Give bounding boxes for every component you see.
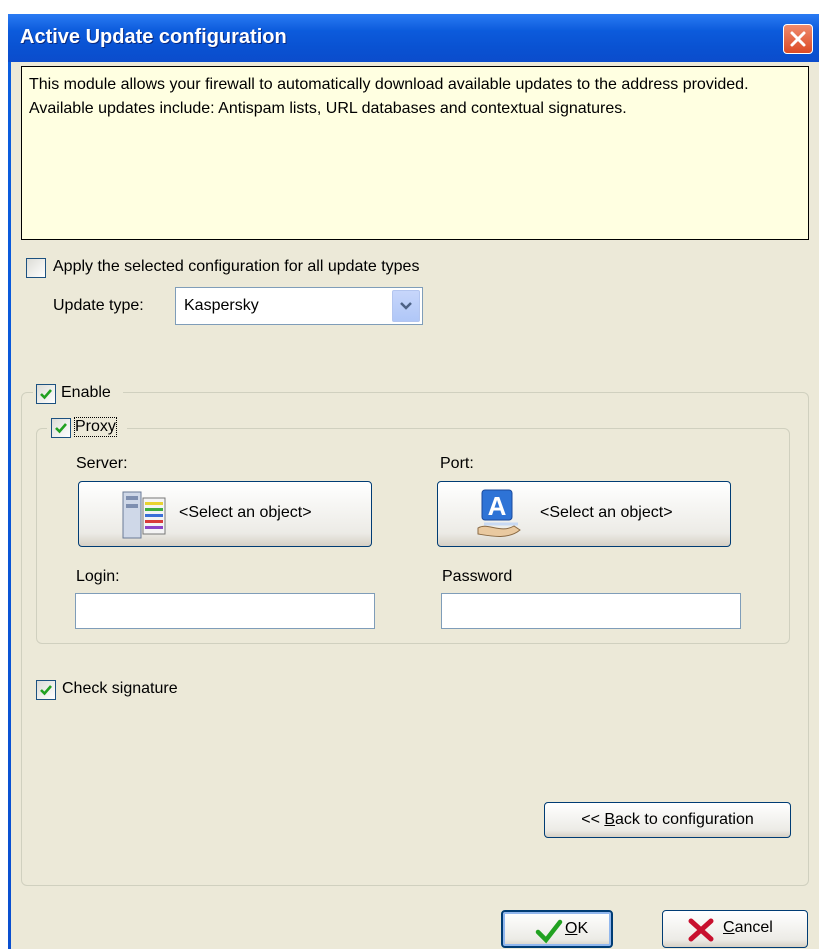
cancel-accel: C — [723, 919, 735, 936]
cancel-button-label: Cancel — [723, 919, 773, 937]
password-label: Password — [442, 568, 513, 585]
server-select-button[interactable]: <Select an object> — [78, 481, 372, 547]
info-panel: This module allows your firewall to auto… — [21, 66, 809, 240]
checkmark-icon — [40, 389, 52, 400]
port-select-button[interactable]: A <Select an object> — [437, 481, 731, 547]
back-to-configuration-button[interactable]: << Back to configuration — [544, 802, 791, 838]
checkmark-icon — [55, 423, 67, 434]
server-label: Server: — [76, 455, 128, 472]
info-text: This module allows your firewall to auto… — [29, 76, 749, 117]
enable-label: Enable — [61, 384, 111, 401]
port-button-text: <Select an object> — [540, 504, 673, 521]
x-icon — [688, 918, 714, 942]
update-type-select[interactable]: Kaspersky — [175, 287, 423, 325]
login-input[interactable] — [75, 593, 375, 629]
chevron-down-icon — [400, 302, 412, 310]
enable-checkbox[interactable] — [36, 384, 56, 404]
cancel-button[interactable]: Cancel — [662, 910, 808, 948]
proxy-checkbox[interactable] — [51, 418, 71, 438]
ok-rest: K — [577, 920, 589, 937]
server-button-text: <Select an object> — [179, 504, 312, 521]
dialog-window: Active Update configuration This module … — [8, 14, 819, 949]
back-button-rest: ack to configuration — [615, 811, 754, 828]
port-object-icon: A — [477, 489, 521, 537]
close-button[interactable] — [783, 24, 813, 54]
ok-accel: O — [565, 920, 578, 937]
password-input[interactable] — [441, 593, 741, 629]
port-label: Port: — [440, 455, 474, 472]
svg-text:A: A — [488, 491, 507, 521]
close-icon — [790, 31, 806, 47]
checkmark-icon — [535, 919, 563, 944]
proxy-label: Proxy — [74, 417, 117, 437]
cancel-rest: ancel — [734, 919, 773, 936]
update-type-label: Update type: — [53, 297, 144, 314]
server-icon — [122, 491, 166, 539]
check-signature-checkbox[interactable] — [36, 680, 56, 700]
title-bar[interactable]: Active Update configuration — [8, 14, 819, 62]
back-button-accel: B — [604, 811, 616, 828]
check-signature-label: Check signature — [62, 680, 178, 697]
ok-button-label: OK — [565, 920, 588, 938]
back-button-prefix: << — [581, 811, 605, 828]
dialog-client-area: This module allows your firewall to auto… — [11, 62, 819, 949]
apply-all-label: Apply the selected configuration for all… — [53, 258, 420, 275]
update-type-value: Kaspersky — [184, 297, 259, 314]
window-title: Active Update configuration — [20, 26, 287, 48]
login-label: Login: — [76, 568, 120, 585]
ok-button[interactable]: OK — [501, 910, 613, 948]
dropdown-arrow-button[interactable] — [392, 290, 420, 322]
checkmark-icon — [40, 685, 52, 696]
apply-all-checkbox[interactable] — [26, 258, 46, 278]
